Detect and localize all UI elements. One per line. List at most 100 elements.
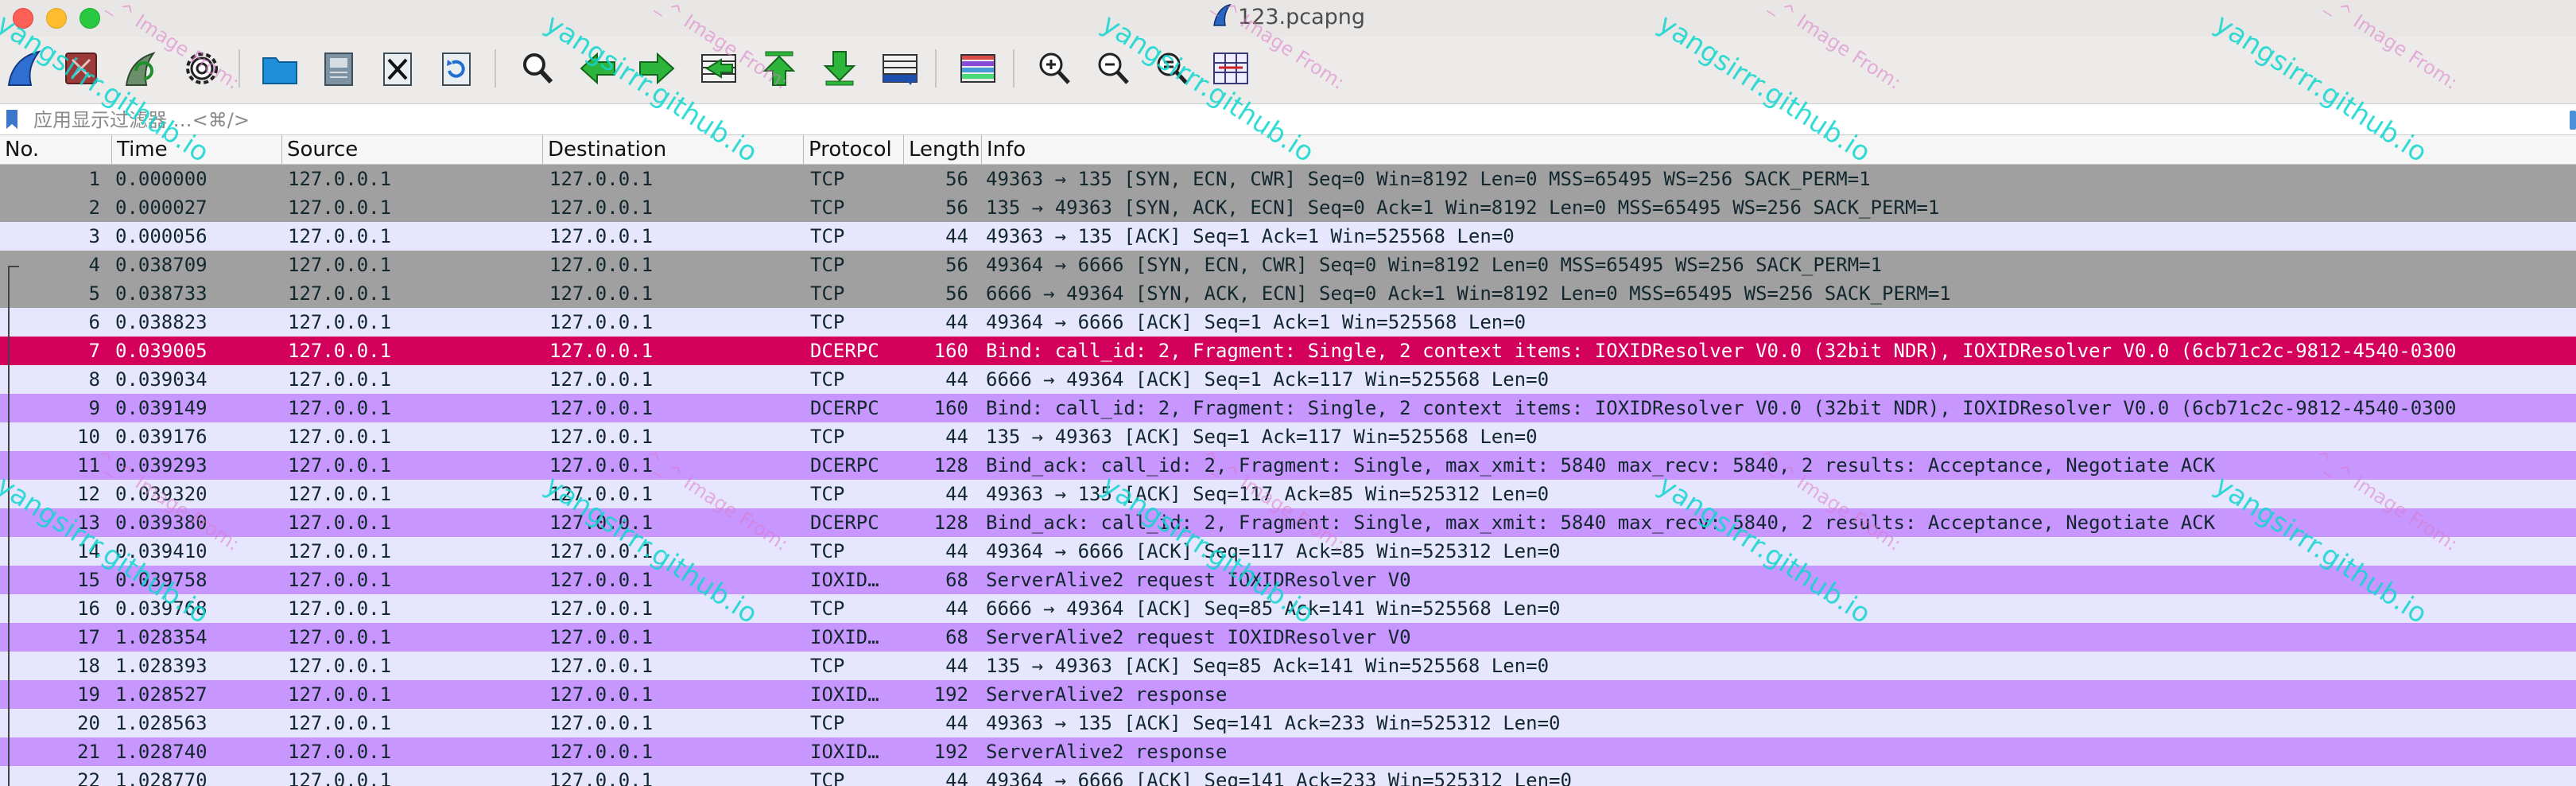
stop-capture-icon[interactable]: [59, 46, 103, 91]
packet-info: ServerAlive2 response: [986, 683, 1228, 706]
column-header-info[interactable]: Info: [981, 135, 2576, 164]
open-folder-icon[interactable]: [258, 46, 302, 91]
packet-no: 7: [88, 340, 100, 362]
zoom-in-icon[interactable]: [1032, 46, 1077, 91]
table-row[interactable]: 2 0.000027 127.0.0.1 127.0.0.1 TCP 56 135 → 49…: [0, 193, 2576, 222]
table-row[interactable]: 5 0.038733 127.0.0.1 127.0.0.1 TCP 56 6666 → 4…: [0, 279, 2576, 308]
table-row[interactable]: 14 0.039410 127.0.0.1 127.0.0.1 TCP 44 49364 →…: [0, 537, 2576, 566]
packet-no: 19: [77, 683, 100, 706]
column-header-destination[interactable]: Destination: [542, 135, 803, 164]
table-row[interactable]: 8 0.039034 127.0.0.1 127.0.0.1 TCP 44 6666 → 4…: [0, 365, 2576, 394]
column-header-length[interactable]: Length: [903, 135, 981, 164]
packet-time: 0.039005: [115, 340, 208, 362]
packet-source: 127.0.0.1: [288, 512, 392, 534]
table-row[interactable]: 4 0.038709 127.0.0.1 127.0.0.1 TCP 56 49364 → …: [0, 251, 2576, 279]
filter-apply-icon[interactable]: [2570, 111, 2576, 130]
go-to-packet-icon[interactable]: [696, 46, 741, 91]
packet-protocol: TCP: [810, 311, 845, 333]
packet-time: 1.028527: [115, 683, 208, 706]
packet-source: 127.0.0.1: [288, 368, 392, 391]
close-file-icon[interactable]: [375, 46, 420, 91]
packet-protocol: DCERPC: [810, 454, 879, 477]
packet-time: 0.039768: [115, 597, 208, 620]
packet-source: 127.0.0.1: [288, 282, 392, 305]
table-row[interactable]: 7 0.039005 127.0.0.1 127.0.0.1 DCERPC 160 Bind…: [0, 337, 2576, 365]
table-row[interactable]: 10 0.039176 127.0.0.1 127.0.0.1 TCP 44 135 → 4…: [0, 422, 2576, 451]
packet-source: 127.0.0.1: [288, 340, 392, 362]
normal-size-icon[interactable]: [1150, 46, 1194, 91]
packet-time: 1.028393: [115, 655, 208, 677]
packet-destination: 127.0.0.1: [549, 626, 654, 648]
packet-destination: 127.0.0.1: [549, 254, 654, 276]
table-row[interactable]: 11 0.039293 127.0.0.1 127.0.0.1 DCERPC 128 Bin…: [0, 451, 2576, 480]
packet-no: 20: [77, 712, 100, 734]
column-header-protocol[interactable]: Protocol: [803, 135, 903, 164]
table-row[interactable]: 15 0.039758 127.0.0.1 127.0.0.1 IOXID… 68 Serv…: [0, 566, 2576, 594]
display-filter-input[interactable]: [32, 106, 2539, 134]
window-title-text: 123.pcapng: [1237, 5, 1366, 29]
packet-no: 2: [88, 196, 100, 219]
table-row[interactable]: 1 0.000000 127.0.0.1 127.0.0.1 TCP 56 49363 → …: [0, 165, 2576, 193]
packet-source: 127.0.0.1: [288, 454, 392, 477]
packet-time: 1.028354: [115, 626, 208, 648]
packet-source: 127.0.0.1: [288, 769, 392, 786]
packet-no: 18: [77, 655, 100, 677]
table-row[interactable]: 6 0.038823 127.0.0.1 127.0.0.1 TCP 44 49364 → …: [0, 308, 2576, 337]
capture-options-gear-icon[interactable]: [180, 46, 224, 91]
table-row[interactable]: 20 1.028563 127.0.0.1 127.0.0.1 TCP 44 49363 →…: [0, 709, 2576, 737]
column-header-source[interactable]: Source: [281, 135, 542, 164]
colorize-icon[interactable]: [956, 46, 1000, 91]
column-header-no[interactable]: No.: [0, 135, 111, 164]
table-row[interactable]: 16 0.039768 127.0.0.1 127.0.0.1 TCP 44 6666 → …: [0, 594, 2576, 623]
packet-time: 0.039176: [115, 426, 208, 448]
toolbar-separator: [239, 49, 240, 88]
title-bar: 123.pcapng: [0, 0, 2576, 37]
packet-info: Bind: call_id: 2, Fragment: Single, 2 co…: [986, 397, 2457, 419]
table-row[interactable]: 12 0.039320 127.0.0.1 127.0.0.1 TCP 44 49363 →…: [0, 480, 2576, 508]
resize-columns-icon[interactable]: [1208, 46, 1253, 91]
save-file-icon[interactable]: [316, 46, 361, 91]
find-packet-icon[interactable]: [515, 46, 560, 91]
shark-fin-start-icon[interactable]: [2, 46, 46, 91]
packet-source: 127.0.0.1: [288, 741, 392, 763]
table-row[interactable]: 21 1.028740 127.0.0.1 127.0.0.1 IOXID… 192 Ser…: [0, 737, 2576, 766]
packet-protocol: TCP: [810, 655, 845, 677]
go-forward-icon[interactable]: [634, 46, 679, 91]
packet-length: 192: [933, 741, 968, 763]
table-row[interactable]: 17 1.028354 127.0.0.1 127.0.0.1 IOXID… 68 Serv…: [0, 623, 2576, 652]
toolbar-separator: [495, 49, 496, 88]
zoom-out-icon[interactable]: [1091, 46, 1135, 91]
packet-time: 0.039320: [115, 483, 208, 505]
packet-destination: 127.0.0.1: [549, 512, 654, 534]
packet-source: 127.0.0.1: [288, 311, 392, 333]
packet-time: 0.039293: [115, 454, 208, 477]
packet-source: 127.0.0.1: [288, 655, 392, 677]
first-packet-icon[interactable]: [757, 46, 801, 91]
packet-source: 127.0.0.1: [288, 683, 392, 706]
table-row[interactable]: 22 1.028770 127.0.0.1 127.0.0.1 TCP 44 49364 →…: [0, 766, 2576, 786]
packet-length: 44: [945, 368, 968, 391]
packet-length: 68: [945, 569, 968, 591]
column-header-time[interactable]: Time: [111, 135, 281, 164]
table-row[interactable]: 9 0.039149 127.0.0.1 127.0.0.1 DCERPC 160 Bind…: [0, 394, 2576, 422]
table-row[interactable]: 3 0.000056 127.0.0.1 127.0.0.1 TCP 44 49363 → …: [0, 222, 2576, 251]
packet-info: ServerAlive2 request IOXIDResolver V0: [986, 626, 1411, 648]
table-row[interactable]: 18 1.028393 127.0.0.1 127.0.0.1 TCP 44 135 → 4…: [0, 652, 2576, 680]
last-packet-icon[interactable]: [817, 46, 862, 91]
reload-file-icon[interactable]: [434, 46, 479, 91]
restart-capture-icon[interactable]: [118, 46, 162, 91]
autoscroll-icon[interactable]: [878, 46, 922, 91]
packet-time: 0.038823: [115, 311, 208, 333]
table-row[interactable]: 19 1.028527 127.0.0.1 127.0.0.1 IOXID… 192 Ser…: [0, 680, 2576, 709]
packet-source: 127.0.0.1: [288, 569, 392, 591]
packet-source: 127.0.0.1: [288, 597, 392, 620]
packet-source: 127.0.0.1: [288, 540, 392, 562]
packet-length: 160: [933, 397, 968, 419]
toolbar-separator: [1013, 49, 1014, 88]
packet-length: 128: [933, 512, 968, 534]
packet-length: 192: [933, 683, 968, 706]
table-row[interactable]: 13 0.039380 127.0.0.1 127.0.0.1 DCERPC 128 Bin…: [0, 508, 2576, 537]
packet-time: 0.038733: [115, 282, 208, 305]
go-back-icon[interactable]: [576, 46, 620, 91]
bookmark-icon[interactable]: [5, 109, 19, 130]
